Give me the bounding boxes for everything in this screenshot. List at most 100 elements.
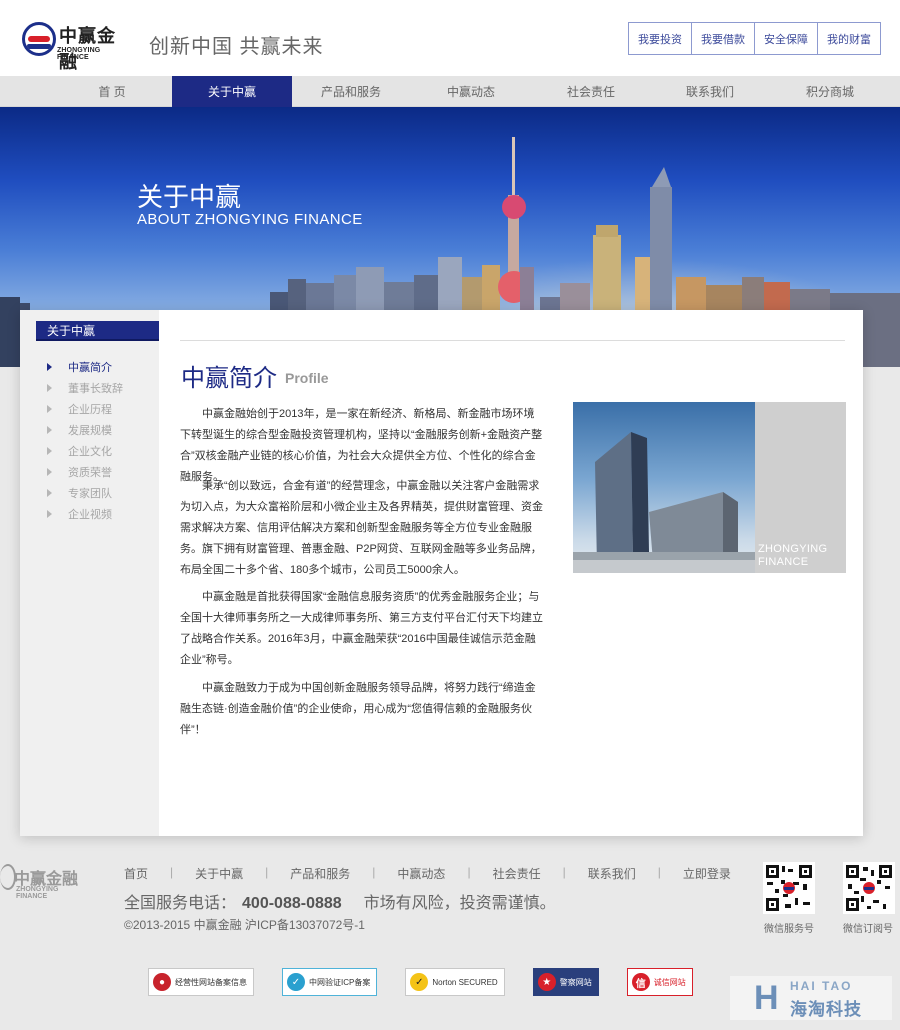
sidebar-heading: 关于中赢 — [36, 321, 159, 341]
sidebar-item-video[interactable]: 企业视频 — [44, 503, 123, 524]
caret-right-icon — [47, 363, 52, 371]
copyright: ©2013-2015 中赢金融 沪ICP备13037072号-1 — [124, 918, 365, 932]
qr-label-service: 微信服务号 — [764, 924, 814, 935]
badge-norton[interactable]: ✓ Norton SECURED — [405, 968, 505, 996]
photo-caption-line-2: FINANCE — [758, 556, 809, 568]
nav-social[interactable]: 社会责任 — [531, 76, 651, 107]
service-phone: 全国服务电话： 400-088-0888 市场有风险，投资需谨慎。 — [124, 889, 556, 913]
badge-label: 中网验证ICP备案 — [309, 977, 371, 987]
main-nav: 首 页 关于中赢 产品和服务 中赢动态 社会责任 联系我们 积分商城 — [0, 76, 900, 107]
caret-right-icon — [47, 468, 52, 476]
sidebar-item-history[interactable]: 企业历程 — [44, 398, 123, 419]
profile-paragraph-3: 中赢金融是首批获得国家“金融信息服务资质”的优秀金融服务企业；与全国十大律师事务… — [180, 591, 543, 666]
checkmark-icon: ✓ — [410, 973, 429, 991]
qr-label-subscription: 微信订阅号 — [843, 924, 893, 935]
badge-label: 警察网站 — [559, 977, 592, 987]
footer-nav-login[interactable]: 立即登录 — [683, 865, 731, 882]
nav-products[interactable]: 产品和服务 — [291, 76, 411, 107]
verify-icon: ✓ — [287, 973, 305, 991]
about-sidebar: 关于中赢 中赢简介 董事长致辞 企业历程 发展规模 企业文化 资质荣誉 专家团队… — [20, 310, 159, 836]
qr-code-subscription — [843, 862, 895, 914]
credit-icon: 信 — [631, 973, 650, 991]
footer-nav-contact[interactable]: 联系我们 — [588, 865, 636, 882]
footer-nav-separator: | — [372, 865, 376, 879]
risk-notice: 市场有风险，投资需谨慎。 — [363, 895, 556, 912]
footer-nav-home[interactable]: 首页 — [124, 865, 148, 882]
sidebar-item-label: 资质荣誉 — [68, 466, 112, 479]
caret-right-icon — [47, 489, 52, 497]
header-slogan: 创新中国 共赢未来 — [149, 36, 324, 58]
watermark-h-icon: H — [754, 979, 779, 1017]
sidebar-item-label: 企业历程 — [68, 403, 112, 416]
badge-label: 经营性网站备案信息 — [175, 977, 247, 987]
caret-right-icon — [47, 447, 52, 455]
sidebar-item-culture[interactable]: 企业文化 — [44, 440, 123, 461]
badge-police[interactable]: ★ 警察网站 — [532, 968, 599, 996]
invest-button[interactable]: 我要投资 — [628, 22, 692, 55]
sidebar-list: 中赢简介 董事长致辞 企业历程 发展规模 企业文化 资质荣誉 专家团队 企业视频 — [44, 356, 123, 524]
profile-paragraph-4: 中赢金融致力于成为中国创新金融服务领导品牌，将努力践行“缔造金融生态链·创造金融… — [180, 682, 536, 736]
content-divider — [180, 340, 845, 341]
caret-right-icon — [47, 384, 52, 392]
watermark-en: HAI TAO — [790, 979, 853, 993]
nav-points-mall[interactable]: 积分商城 — [770, 76, 890, 107]
photo-caption-line-1: ZHONGYING — [758, 543, 828, 555]
sidebar-item-label: 专家团队 — [68, 487, 112, 500]
phone-label: 全国服务电话： — [124, 895, 237, 912]
my-wealth-button[interactable]: 我的财富 — [817, 22, 881, 55]
sidebar-item-experts[interactable]: 专家团队 — [44, 482, 123, 503]
sidebar-item-profile[interactable]: 中赢简介 — [44, 356, 123, 377]
caret-right-icon — [47, 405, 52, 413]
qr-code-icon — [845, 864, 893, 912]
page-title-en: Profile — [285, 370, 329, 386]
footer-nav-products[interactable]: 产品和服务 — [290, 865, 350, 882]
brand-logo[interactable]: 中赢金融 ZHONGYING FINANCE — [22, 22, 132, 73]
watermark: H HAI TAO 海淘科技 — [730, 976, 892, 1020]
badge-label: Norton SECURED — [432, 977, 498, 987]
caret-right-icon — [47, 510, 52, 518]
nav-about[interactable]: 关于中赢 — [172, 76, 292, 107]
badge-credit[interactable]: 信诚信网站 — [626, 968, 693, 996]
sidebar-item-label: 企业文化 — [68, 445, 112, 458]
banner-subtitle: ABOUT ZHONGYING FINANCE — [137, 211, 363, 228]
footer-nav-separator: | — [265, 865, 269, 879]
trust-badges: ● 经营性网站备案信息 ✓ 中网验证ICP备案 ✓ Norton SECURED ★ 警… — [148, 968, 721, 996]
footer-nav-social[interactable]: 社会责任 — [493, 865, 541, 882]
footer-nav-separator: | — [562, 865, 566, 879]
sidebar-item-chairman[interactable]: 董事长致辞 — [44, 377, 123, 398]
borrow-button[interactable]: 我要借款 — [691, 22, 755, 55]
watermark-cn: 海淘科技 — [790, 1000, 862, 1019]
footer-logo-text-en: ZHONGYING FINANCE — [16, 886, 59, 900]
banner-title: 关于中赢 — [137, 182, 242, 212]
caret-right-icon — [47, 426, 52, 434]
badge-icp-verify[interactable]: ✓ 中网验证ICP备案 — [282, 968, 378, 996]
sidebar-item-label: 董事长致辞 — [68, 382, 123, 395]
footer-logo[interactable]: 中赢金融 ZHONGYING FINANCE — [0, 864, 90, 900]
footer-nav-separator: | — [657, 865, 661, 879]
page-title: 中赢简介 — [181, 365, 277, 392]
footer-nav: 首页 | 关于中赢 | 产品和服务 | 中赢动态 | 社会责任 | 联系我们 | 立即登录 — [124, 865, 731, 882]
badge-label: 诚信网站 — [653, 977, 686, 987]
photo-caption: ZHONGYING FINANCE — [758, 543, 827, 569]
top-quick-links: 我要投资 我要借款 安全保障 我的财富 — [628, 22, 881, 55]
logo-emblem-icon — [22, 22, 56, 56]
qr-code-service — [763, 862, 815, 914]
badge-business-record[interactable]: ● 经营性网站备案信息 — [148, 968, 254, 996]
security-button[interactable]: 安全保障 — [754, 22, 818, 55]
sidebar-item-scale[interactable]: 发展规模 — [44, 419, 123, 440]
footer-nav-news[interactable]: 中赢动态 — [397, 865, 445, 882]
sidebar-item-honors[interactable]: 资质荣誉 — [44, 461, 123, 482]
footer-nav-separator: | — [467, 865, 471, 879]
nav-home[interactable]: 首 页 — [52, 76, 172, 107]
footer-nav-about[interactable]: 关于中赢 — [195, 865, 243, 882]
sidebar-item-label: 中赢简介 — [68, 361, 112, 374]
police-icon: ★ — [537, 973, 556, 991]
police-emblem-icon: ● — [153, 973, 171, 991]
sidebar-item-label: 企业视频 — [68, 508, 112, 521]
nav-contact[interactable]: 联系我们 — [650, 76, 770, 107]
profile-paragraph-2: 秉承“创以致远，合金有道”的经营理念，中赢金融以关注客户金融需求为切入点，为大众… — [180, 480, 543, 576]
nav-news[interactable]: 中赢动态 — [411, 76, 531, 107]
company-building-photo: ZHONGYING FINANCE — [573, 402, 846, 573]
content-card: 关于中赢 中赢简介 董事长致辞 企业历程 发展规模 企业文化 资质荣誉 专家团队… — [20, 310, 863, 836]
site-header: 中赢金融 ZHONGYING FINANCE 创新中国 共赢未来 我要投资 我要… — [0, 0, 900, 76]
